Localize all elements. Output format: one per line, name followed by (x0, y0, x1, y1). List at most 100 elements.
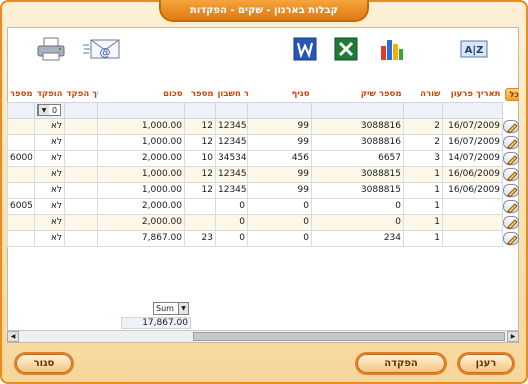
aggregate-select[interactable]: Sum ▼ (153, 302, 189, 315)
cell-num2 (7, 133, 35, 151)
col-header-account-no[interactable]: מספר חשבון (216, 86, 248, 102)
col-header-number[interactable]: מספר (185, 86, 216, 102)
table-row[interactable]: לא 1,000.001212345678993088816216/07/2009 (7, 133, 520, 151)
filter-deposit-date[interactable] (64, 101, 98, 119)
deposited-filter-select[interactable]: ▼ 0 (37, 104, 62, 116)
cell-check-no: 3088815 (311, 181, 404, 199)
edit-icon[interactable] (503, 183, 519, 198)
cell-date: 14/07/2009 (442, 149, 503, 167)
edit-icon[interactable] (503, 135, 519, 150)
col-header-check-no[interactable]: מספר שיק (312, 86, 404, 102)
cell-number: 12 (184, 165, 216, 183)
cell-branch: 456 (247, 149, 312, 167)
cell-account-no: 345345 (215, 149, 248, 167)
scroll-thumb[interactable] (193, 332, 505, 341)
row-actions (503, 118, 520, 134)
col-header-amount[interactable]: סכום (98, 86, 185, 102)
filter-date[interactable] (442, 101, 503, 119)
scroll-left-icon[interactable]: ◀ (7, 331, 19, 342)
cell-branch: 99 (247, 133, 312, 151)
cell-line: 2 (403, 133, 443, 151)
cell-account-no: 0 (215, 213, 248, 231)
filter-check-no[interactable] (311, 101, 404, 119)
filter-line[interactable] (403, 101, 443, 119)
col-header-line[interactable]: שורה (404, 86, 443, 102)
cell-deposit-date (64, 133, 98, 151)
cell-deposited: לא (34, 117, 65, 135)
bar-chart-icon[interactable] (376, 36, 406, 62)
edit-icon[interactable] (503, 119, 519, 134)
cell-line: 1 (403, 197, 443, 215)
col-header-deposited[interactable]: הופקד (35, 86, 65, 102)
cell-number: 10 (184, 149, 216, 167)
filter-number[interactable] (184, 101, 216, 119)
cell-number: 12 (184, 133, 216, 151)
cell-account-no: 12345678 (215, 117, 248, 135)
cell-line: 1 (403, 165, 443, 183)
edit-icon[interactable] (503, 167, 519, 182)
col-header-num2[interactable]: מספר (8, 86, 35, 102)
filter-num2[interactable] (7, 101, 35, 119)
horizontal-scrollbar[interactable]: ◀ ▶ (7, 330, 519, 342)
table-row[interactable]: לא 2,000.00 0 0 0 1 (7, 213, 520, 231)
row-actions (503, 166, 520, 182)
cell-branch: 99 (247, 165, 312, 183)
sort-az-icon[interactable]: A|Z (459, 36, 489, 62)
show-all-button[interactable]: הצג הכל (504, 87, 520, 101)
scroll-right-icon[interactable]: ▶ (507, 331, 519, 342)
filter-spacer (503, 102, 520, 118)
show-all-cell: הצג הכל (503, 86, 520, 102)
edit-icon[interactable] (503, 215, 519, 230)
cell-amount: 2,000.00 (97, 149, 185, 167)
cell-check-no: 3088816 (311, 117, 404, 135)
row-actions (503, 198, 520, 214)
cell-num2 (7, 213, 35, 231)
word-icon[interactable] (290, 36, 320, 62)
table-row[interactable]: 6000לא 2,000.00103453454566657314/07/2009 (7, 149, 520, 167)
filter-amount[interactable] (97, 101, 185, 119)
col-header-date[interactable]: תאריך פרעון (443, 86, 503, 102)
edit-icon[interactable] (503, 199, 519, 214)
cell-num2 (7, 165, 35, 183)
chevron-down-icon: ▼ (38, 105, 49, 115)
cell-check-no: 0 (311, 213, 404, 231)
cell-deposit-date (64, 229, 98, 247)
cell-branch: 0 (247, 213, 312, 231)
cell-branch: 0 (247, 197, 312, 215)
row-actions (503, 230, 520, 246)
filter-deposited-cell: ▼ 0 (34, 101, 65, 119)
row-actions (503, 214, 520, 230)
cell-account-no: 12345678 (215, 181, 248, 199)
table-row[interactable]: לא 1,000.001212345678993088815116/06/2009 (7, 181, 520, 199)
cell-date (442, 213, 503, 231)
excel-icon[interactable] (331, 36, 361, 62)
cell-number: 23 (184, 229, 216, 247)
col-header-branch[interactable]: סניף (248, 86, 312, 102)
cell-deposit-date (64, 149, 98, 167)
cell-deposit-date (64, 213, 98, 231)
printer-icon[interactable] (35, 36, 65, 62)
cell-deposited: לא (34, 213, 65, 231)
table-row[interactable]: לא 1,000.001212345678993088816216/07/2009 (7, 117, 520, 135)
refresh-button[interactable]: רענן (457, 352, 515, 375)
table-row[interactable]: 6005 לא 2,000.00 0 0 0 1 (7, 197, 520, 215)
cell-date (442, 197, 503, 215)
cell-deposited: לא (34, 165, 65, 183)
row-actions (503, 134, 520, 150)
filter-branch[interactable] (247, 101, 312, 119)
cell-num2 (7, 117, 35, 135)
edit-icon[interactable] (503, 151, 519, 166)
table-row[interactable]: לא 1,000.001212345678993088815116/06/2009 (7, 165, 520, 183)
col-header-deposit-date[interactable]: תאריך הפקד (65, 86, 98, 102)
email-icon[interactable]: @ (82, 36, 120, 62)
cell-line: 2 (403, 117, 443, 135)
sum-total: 17,867.00 (121, 317, 191, 329)
edit-icon[interactable] (503, 231, 519, 246)
close-button[interactable]: סגור (14, 352, 74, 375)
cell-num2: 6000 (7, 149, 35, 167)
table-row[interactable]: לא 7,867.00 23 0 0 234 1 (7, 229, 520, 247)
deposit-button[interactable]: הפקדה (355, 352, 447, 375)
cell-deposit-date (64, 197, 98, 215)
filter-account-no[interactable] (215, 101, 248, 119)
cell-deposit-date (64, 165, 98, 183)
